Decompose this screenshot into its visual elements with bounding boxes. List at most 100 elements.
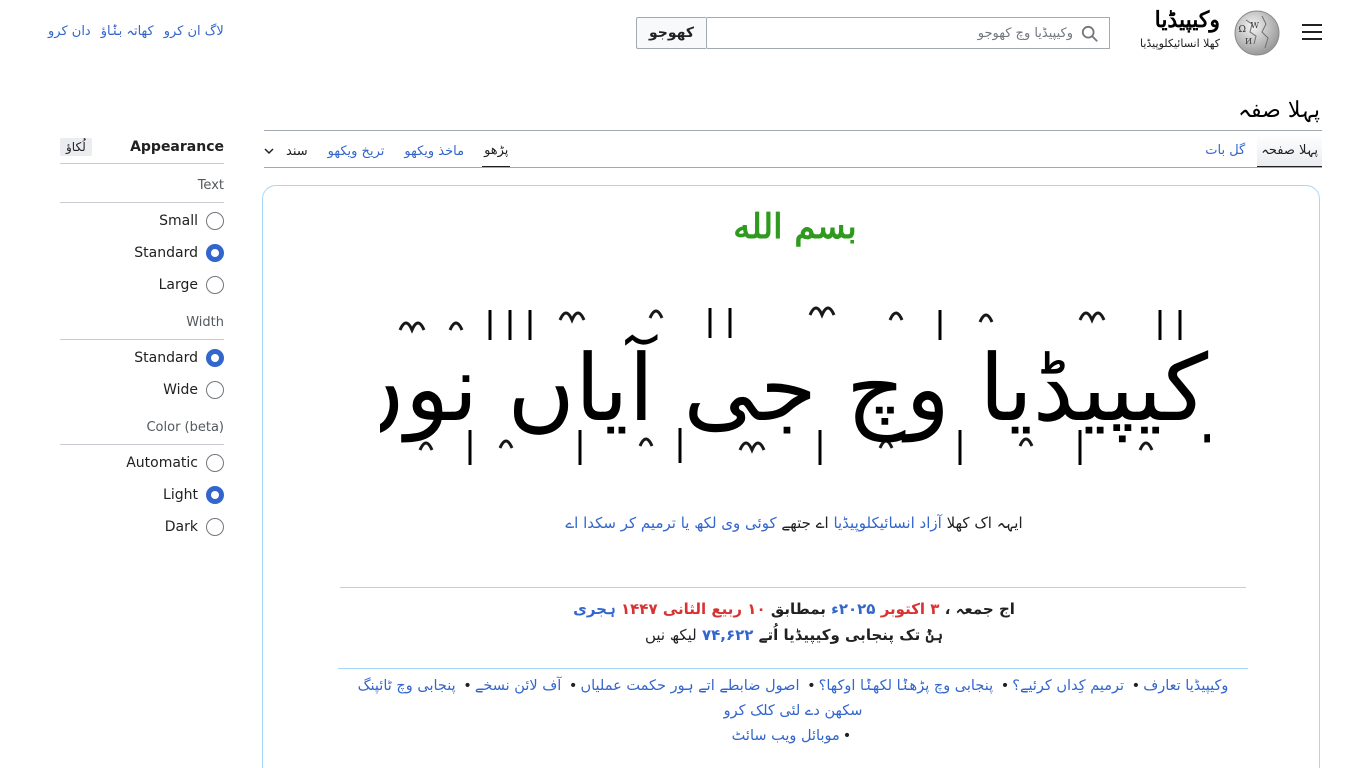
option-label: Light	[163, 487, 198, 503]
day-number: ۳	[930, 600, 940, 618]
donate-link[interactable]: دان کرو	[48, 24, 91, 39]
radio-button[interactable]	[206, 381, 224, 399]
appearance-hide-button[interactable]: لُکاؤ	[60, 138, 92, 156]
tab-main-page[interactable]: پہلا صفحہ	[1257, 134, 1322, 168]
equivalent-label: بمطابق	[770, 600, 826, 618]
color-light-option[interactable]: Light	[60, 479, 224, 511]
welcome-calligraphy-banner: وکیپیڈیا وچ جی آیاں نوں	[380, 306, 1210, 465]
search-box	[706, 17, 1110, 49]
search-form: کھوجو	[636, 17, 1110, 49]
user-links: لاگ ان کرو کھاتہ بݨاؤ دان کرو	[48, 24, 224, 39]
article-count-link[interactable]: ۷۴,۶۲۲	[702, 626, 753, 644]
radio-button[interactable]	[206, 518, 224, 536]
width-group: Width Standard Wide	[60, 315, 224, 406]
month-link[interactable]: اکتوبر	[881, 600, 925, 618]
text-size-group: Text Small Standard Large	[60, 178, 224, 301]
year-link[interactable]: ۲۰۲۵ء	[831, 600, 875, 618]
count-post: لیکھ نیں	[644, 626, 697, 644]
anyone-can-edit-link[interactable]: کوئی وی لکھ یا ترمیم کر سکدا اے	[565, 514, 776, 532]
date-line: اج جمعہ ، ۳ اکتوبر ۲۰۲۵ء بمطابق ۱۰ ربیع …	[340, 596, 1248, 622]
radio-button[interactable]	[206, 454, 224, 472]
quick-link-mobile[interactable]: موبائل ویب سائٹ	[732, 728, 840, 744]
width-title: Width	[60, 315, 224, 340]
text-size-title: Text	[60, 178, 224, 203]
search-icon	[1081, 25, 1098, 42]
intro-tagline: ایہہ اک کھلا آزاد انسائیکلوپیڈیا اے جتھے…	[340, 514, 1248, 532]
radio-button[interactable]	[206, 276, 224, 294]
color-dark-option[interactable]: Dark	[60, 511, 224, 543]
text-size-standard-option[interactable]: Standard	[60, 237, 224, 269]
svg-text:W: W	[1251, 21, 1260, 30]
width-wide-option[interactable]: Wide	[60, 374, 224, 406]
site-wordmark[interactable]: وکیپیڈیا کھلا انسائیکلوپیڈیا	[1140, 8, 1220, 50]
hijri-link[interactable]: ہجری	[573, 600, 616, 618]
tools-label: سند	[286, 144, 308, 159]
quick-link-how-to-edit[interactable]: ترمیم کِداں کرئیے؟	[1012, 678, 1124, 694]
quick-link-reading-writing[interactable]: پنجابی وچ پڑھݨا لکھݨا اوکھا؟	[819, 678, 993, 694]
separator: •	[842, 728, 852, 744]
today-label: اج جمعہ ،	[944, 600, 1015, 618]
tagline-pre: ایہہ اک کھلا	[946, 514, 1023, 532]
text-size-large-option[interactable]: Large	[60, 269, 224, 301]
tabs-divider	[264, 167, 1322, 168]
appearance-panel: Appearance لُکاؤ Text Small Standard Lar…	[60, 138, 224, 543]
separator: •	[1000, 678, 1010, 694]
view-tabs: پڑھو ماخذ ویکھو تریخ ویکھو سند	[264, 134, 511, 168]
option-label: Small	[159, 213, 198, 229]
width-standard-option[interactable]: Standard	[60, 342, 224, 374]
appearance-header: Appearance لُکاؤ	[60, 138, 224, 164]
color-title: Color (beta)	[60, 420, 224, 445]
option-label: Large	[158, 277, 198, 293]
radio-button-checked[interactable]	[206, 349, 224, 367]
svg-text:И: И	[1245, 37, 1252, 46]
search-button[interactable]: کھوجو	[636, 17, 706, 49]
content-divider	[340, 587, 1246, 588]
tab-read[interactable]: پڑھو	[482, 134, 511, 168]
color-automatic-option[interactable]: Automatic	[60, 447, 224, 479]
color-group: Color (beta) Automatic Light Dark	[60, 420, 224, 543]
free-encyclopedia-link[interactable]: آزاد انسائیکلوپیڈیا	[833, 514, 941, 532]
radio-button-checked[interactable]	[206, 244, 224, 262]
hijri-month-link[interactable]: ربیع الثانی	[663, 600, 742, 618]
bismillah-text: بسم الله	[733, 207, 857, 247]
separator: •	[807, 678, 816, 694]
tab-history[interactable]: تریخ ویکھو	[326, 135, 387, 167]
appearance-title: Appearance	[130, 139, 224, 155]
separator: •	[1131, 678, 1141, 694]
search-input[interactable]	[707, 18, 1109, 48]
tab-view-source[interactable]: ماخذ ویکھو	[402, 135, 466, 167]
option-label: Wide	[163, 382, 198, 398]
create-account-link[interactable]: کھاتہ بݨاؤ	[101, 24, 154, 39]
radio-button-checked[interactable]	[206, 486, 224, 504]
quick-link-intro[interactable]: وکیپیڈیا تعارف	[1143, 678, 1228, 694]
tab-talk[interactable]: گل بات	[1203, 134, 1247, 168]
quick-link-offline[interactable]: آف لائن نسخے	[475, 678, 561, 694]
quick-link-policies[interactable]: اصول ضابطے اتے ہور حکمت عملیاں	[580, 678, 799, 694]
bismillah-calligraphy: بسم الله	[733, 207, 857, 247]
chevron-down-icon	[264, 148, 274, 155]
page-title: پہلا صفہ	[1238, 98, 1320, 123]
title-divider	[264, 130, 1322, 131]
quick-links: وکیپیڈیا تعارف• ترمیم کِداں کرئیے؟• پنجا…	[338, 674, 1248, 749]
option-label: Standard	[134, 350, 198, 366]
option-label: Automatic	[126, 455, 198, 471]
login-link[interactable]: لاگ ان کرو	[164, 24, 224, 39]
tagline-mid: اے جتھے	[781, 514, 829, 532]
hijri-day: ۱۰	[747, 600, 766, 618]
namespace-tabs: پہلا صفحہ گل بات	[1203, 134, 1322, 168]
svg-text:Ω: Ω	[1239, 25, 1246, 35]
option-label: Standard	[134, 245, 198, 261]
banner-text: وکیپیڈیا وچ جی آیاں نوں	[380, 333, 1210, 443]
site-tagline: کھلا انسائیکلوپیڈیا	[1140, 37, 1220, 51]
text-size-small-option[interactable]: Small	[60, 205, 224, 237]
wikipedia-globe-logo[interactable]: Ω W И	[1232, 10, 1282, 56]
option-label: Dark	[164, 519, 198, 535]
site-name: وکیپیڈیا	[1154, 7, 1220, 33]
radio-button[interactable]	[206, 212, 224, 230]
count-pre: ہݨ تک پنجابی وکیپیڈیا اُتے	[758, 626, 944, 644]
article-count-line: ہݨ تک پنجابی وکیپیڈیا اُتے ۷۴,۶۲۲ لیکھ ن…	[340, 622, 1248, 648]
tools-menu[interactable]: سند	[264, 135, 310, 167]
separator: •	[568, 678, 578, 694]
content-divider	[338, 668, 1248, 669]
main-menu-button[interactable]	[1302, 24, 1322, 42]
